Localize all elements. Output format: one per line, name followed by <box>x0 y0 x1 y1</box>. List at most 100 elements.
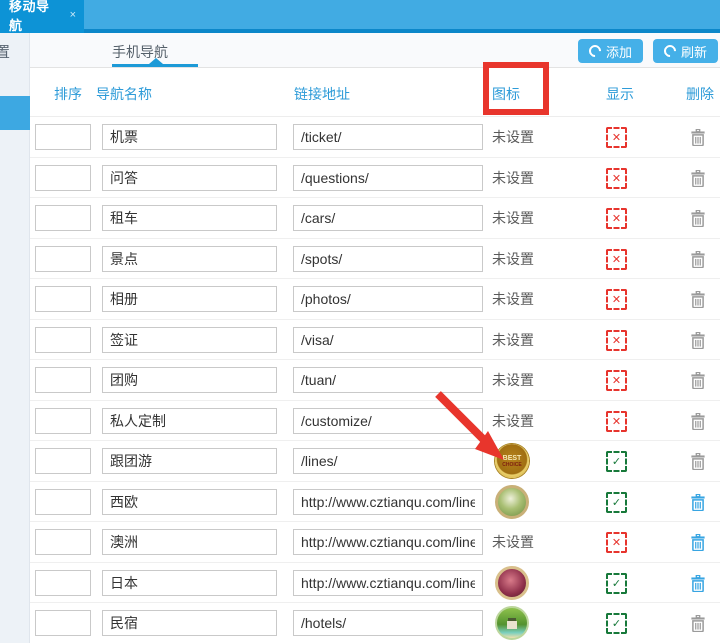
icon-cell: 未设置 <box>492 117 612 158</box>
delete-trash-icon[interactable] <box>690 291 707 309</box>
icon-cell: 未设置 <box>492 401 612 442</box>
display-off-toggle[interactable]: ✕ <box>606 411 627 432</box>
icon-not-set-label[interactable]: 未设置 <box>492 249 534 269</box>
display-on-toggle[interactable]: ✓ <box>606 573 627 594</box>
table-row: 未设置 ✕ <box>30 522 720 563</box>
sort-input[interactable] <box>35 570 91 596</box>
display-on-toggle[interactable]: ✓ <box>606 492 627 513</box>
sort-input[interactable] <box>35 327 91 353</box>
badge-japan-icon[interactable] <box>495 566 529 600</box>
icon-not-set-label[interactable]: 未设置 <box>492 289 534 309</box>
nav-name-input[interactable] <box>102 408 277 434</box>
link-url-input[interactable] <box>293 408 483 434</box>
nav-name-input[interactable] <box>102 448 277 474</box>
delete-trash-icon[interactable] <box>690 251 707 269</box>
link-url-input[interactable] <box>293 367 483 393</box>
display-off-toggle[interactable]: ✕ <box>606 127 627 148</box>
delete-trash-icon[interactable] <box>690 615 707 633</box>
nav-name-input[interactable] <box>102 165 277 191</box>
nav-name-input[interactable] <box>102 367 277 393</box>
sort-input[interactable] <box>35 489 91 515</box>
display-on-toggle[interactable]: ✓ <box>606 613 627 634</box>
delete-trash-icon[interactable] <box>690 170 707 188</box>
sort-input[interactable] <box>35 124 91 150</box>
display-off-toggle[interactable]: ✕ <box>606 289 627 310</box>
sort-input[interactable] <box>35 367 91 393</box>
icon-not-set-label[interactable]: 未设置 <box>492 127 534 147</box>
table-row: 未设置 ✕ <box>30 279 720 320</box>
display-off-toggle[interactable]: ✕ <box>606 330 627 351</box>
sidebar-item-selected[interactable] <box>0 96 30 130</box>
link-url-input[interactable] <box>293 570 483 596</box>
link-url-input[interactable] <box>293 448 483 474</box>
display-off-toggle[interactable]: ✕ <box>606 208 627 229</box>
nav-name-input[interactable] <box>102 610 277 636</box>
delete-trash-icon[interactable] <box>690 210 707 228</box>
icon-not-set-label[interactable]: 未设置 <box>492 370 534 390</box>
nav-name-input[interactable] <box>102 529 277 555</box>
sort-input[interactable] <box>35 408 91 434</box>
badge-hotel-icon[interactable] <box>495 606 529 640</box>
delete-trash-icon[interactable] <box>690 453 707 471</box>
sort-input[interactable] <box>35 205 91 231</box>
icon-not-set-label[interactable]: 未设置 <box>492 411 534 431</box>
icon-not-set-label[interactable]: 未设置 <box>492 168 534 188</box>
display-off-toggle[interactable]: ✕ <box>606 249 627 270</box>
tab-close-icon[interactable]: × <box>70 9 76 21</box>
icon-not-set-label[interactable]: 未设置 <box>492 532 534 552</box>
sort-input[interactable] <box>35 286 91 312</box>
nav-name-input[interactable] <box>102 286 277 312</box>
nav-name-input[interactable] <box>102 489 277 515</box>
nav-name-input[interactable] <box>102 246 277 272</box>
sidebar-item-partial[interactable]: 置 <box>0 41 14 62</box>
delete-trash-icon[interactable] <box>690 372 707 390</box>
window-tab-mobile-nav[interactable]: 移动导航 × <box>0 0 84 33</box>
sort-input[interactable] <box>35 448 91 474</box>
badge-best-icon[interactable]: BESTCHOICE <box>495 444 529 478</box>
delete-trash-icon[interactable] <box>690 129 707 147</box>
badge-westeu-icon[interactable] <box>495 485 529 519</box>
sidebar: 置 <box>0 33 30 643</box>
table-row: 未设置 ✕ <box>30 320 720 361</box>
sort-input[interactable] <box>35 246 91 272</box>
delete-trash-icon[interactable] <box>690 413 707 431</box>
table-row: 未设置 ✕ <box>30 158 720 199</box>
link-url-input[interactable] <box>293 327 483 353</box>
nav-name-input[interactable] <box>102 570 277 596</box>
sidebar-item-partial-label: 置 <box>0 41 10 62</box>
column-header-delete: 删除 <box>686 84 714 104</box>
link-url-input[interactable] <box>293 286 483 312</box>
delete-trash-icon[interactable] <box>690 534 707 552</box>
display-off-toggle[interactable]: ✕ <box>606 370 627 391</box>
icon-cell: 未设置 <box>492 198 612 239</box>
sort-input[interactable] <box>35 529 91 555</box>
link-url-input[interactable] <box>293 124 483 150</box>
link-url-input[interactable] <box>293 165 483 191</box>
nav-name-input[interactable] <box>102 327 277 353</box>
display-on-toggle[interactable]: ✓ <box>606 451 627 472</box>
delete-trash-icon[interactable] <box>690 575 707 593</box>
delete-trash-icon[interactable] <box>690 332 707 350</box>
column-header-link: 链接地址 <box>294 84 350 104</box>
link-url-input[interactable] <box>293 529 483 555</box>
icon-not-set-label[interactable]: 未设置 <box>492 330 534 350</box>
column-header-display: 显示 <box>606 84 634 104</box>
display-off-toggle[interactable]: ✕ <box>606 532 627 553</box>
app-window: 移动导航 × 置 手机导航 添加 刷新 排序 导航 <box>0 0 720 643</box>
icon-not-set-label[interactable]: 未设置 <box>492 208 534 228</box>
link-url-input[interactable] <box>293 489 483 515</box>
link-url-input[interactable] <box>293 205 483 231</box>
add-button[interactable]: 添加 <box>578 39 643 63</box>
link-url-input[interactable] <box>293 246 483 272</box>
refresh-button[interactable]: 刷新 <box>653 39 718 63</box>
sort-input[interactable] <box>35 165 91 191</box>
display-off-toggle[interactable]: ✕ <box>606 168 627 189</box>
nav-name-input[interactable] <box>102 205 277 231</box>
link-url-input[interactable] <box>293 610 483 636</box>
icon-cell: 未设置 <box>492 522 612 563</box>
nav-name-input[interactable] <box>102 124 277 150</box>
delete-trash-icon[interactable] <box>690 494 707 512</box>
sort-input[interactable] <box>35 610 91 636</box>
icon-cell <box>492 603 612 643</box>
toolbar-buttons: 添加 刷新 <box>578 39 718 63</box>
